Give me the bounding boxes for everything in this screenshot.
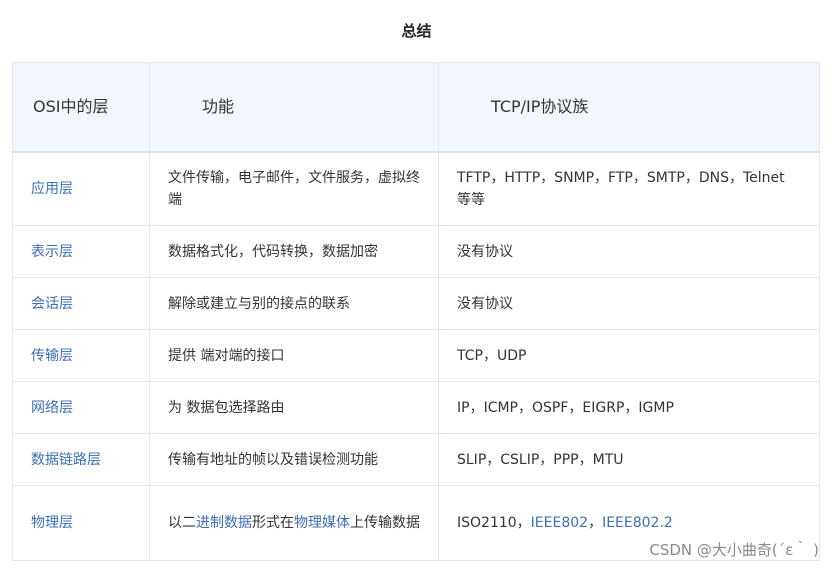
table-row: 网络层 为 数据包选择路由 IP，ICMP，OSPF，EIGRP，IGMP [12, 381, 820, 434]
osi-tcpip-table: OSI中的层 功能 TCP/IP协议族 应用层 文件传输，电子邮件，文件服务，虚… [12, 62, 820, 561]
layer-protocols: 没有协议 [438, 225, 820, 278]
function-text: 形式在 [252, 515, 294, 531]
header-function: 功能 [149, 62, 439, 153]
layer-protocols: IP，ICMP，OSPF，EIGRP，IGMP [438, 381, 820, 434]
table-row: 会话层 解除或建立与别的接点的联系 没有协议 [12, 277, 820, 330]
layer-function: 为 数据包选择路由 [149, 381, 439, 434]
layer-function: 文件传输，电子邮件，文件服务，虚拟终端 [149, 151, 439, 226]
layer-protocols: SLIP，CSLIP，PPP，MTU [438, 433, 820, 486]
table-row: 数据链路层 传输有地址的帧以及错误检测功能 SLIP，CSLIP，PPP，MTU [12, 433, 820, 486]
protocol-text: ISO2110， [457, 515, 531, 531]
csdn-watermark: CSDN @大小曲奇(´ε｀ ) [649, 541, 819, 559]
layer-function: 提供 端对端的接口 [149, 329, 439, 382]
table-row: 传输层 提供 端对端的接口 TCP，UDP [12, 329, 820, 382]
ieee802-2-link[interactable]: IEEE802.2 [602, 515, 673, 531]
layer-name[interactable]: 网络层 [12, 381, 150, 434]
layer-name[interactable]: 应用层 [12, 151, 150, 226]
table-row: 表示层 数据格式化，代码转换，数据加密 没有协议 [12, 225, 820, 278]
function-text: 以二 [168, 515, 196, 531]
layer-name[interactable]: 物理层 [12, 485, 150, 561]
layer-name[interactable]: 会话层 [12, 277, 150, 330]
layer-protocols: 没有协议 [438, 277, 820, 330]
layer-function: 传输有地址的帧以及错误检测功能 [149, 433, 439, 486]
protocol-text: ， [588, 515, 603, 531]
table-row: 应用层 文件传输，电子邮件，文件服务，虚拟终端 TFTP，HTTP，SNMP，F… [12, 151, 820, 226]
layer-name[interactable]: 数据链路层 [12, 433, 150, 486]
layer-name[interactable]: 传输层 [12, 329, 150, 382]
header-tcpip-protocols: TCP/IP协议族 [438, 62, 820, 153]
ieee802-link[interactable]: IEEE802 [531, 515, 588, 531]
binary-data-link[interactable]: 进制数据 [196, 515, 252, 531]
layer-name[interactable]: 表示层 [12, 225, 150, 278]
page-title: 总结 [401, 22, 432, 40]
table-header-row: OSI中的层 功能 TCP/IP协议族 [12, 62, 820, 153]
function-text: 上传输数据 [350, 515, 420, 531]
layer-function: 解除或建立与别的接点的联系 [149, 277, 439, 330]
layer-protocols: TFTP，HTTP，SNMP，FTP，SMTP，DNS，Telnet 等等 [438, 151, 820, 226]
layer-function: 以二进制数据形式在物理媒体上传输数据 [149, 485, 439, 561]
layer-function: 数据格式化，代码转换，数据加密 [149, 225, 439, 278]
header-osi-layer: OSI中的层 [12, 62, 150, 153]
physical-media-link[interactable]: 物理媒体 [294, 515, 350, 531]
layer-protocols: TCP，UDP [438, 329, 820, 382]
